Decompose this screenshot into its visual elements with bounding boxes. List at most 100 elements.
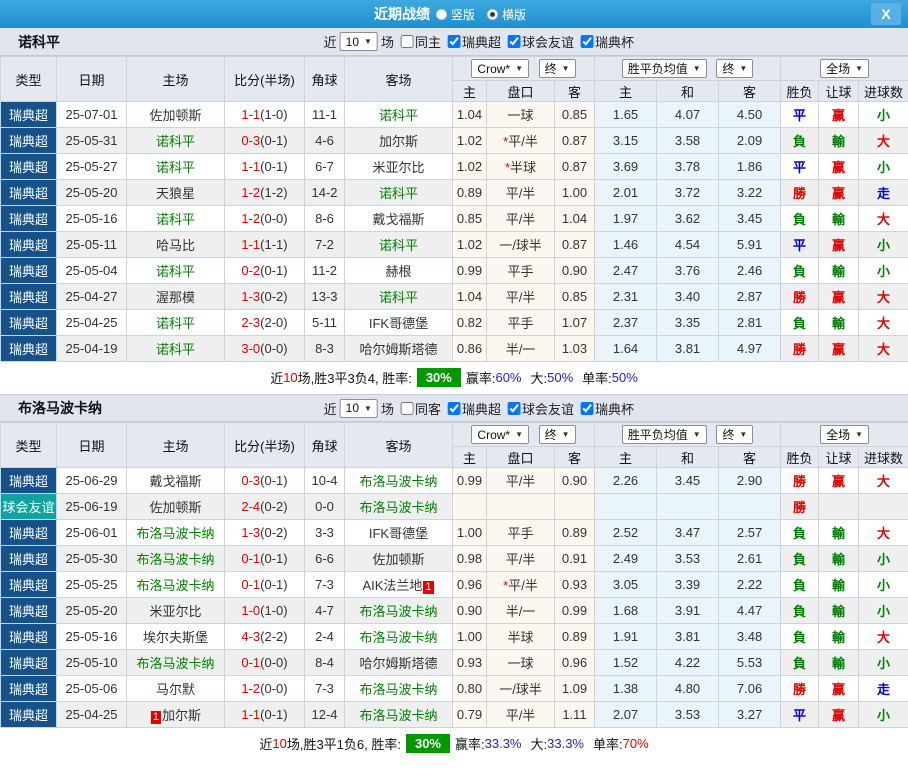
team-name: IFK哥德堡 — [368, 316, 429, 331]
bookmaker-select[interactable]: Crow* ▼ — [471, 425, 530, 444]
average-group-header: 胜平负均值 ▼ 终 ▼ — [594, 422, 782, 447]
close-button[interactable]: X — [871, 3, 901, 25]
select-value: 终 — [722, 62, 735, 76]
date-cell: 25-05-27 — [56, 153, 127, 180]
team-section-header: 布洛马波卡纳 近 10 ▼ 场 同客 瑞典超 球会友谊 瑞典杯 — [0, 394, 908, 422]
final-average-select[interactable]: 终 ▼ — [716, 425, 754, 444]
league-filter-checkbox[interactable] — [581, 35, 595, 48]
final-odds-select[interactable]: 终 ▼ — [538, 425, 576, 444]
avg-away-cell: 1.86 — [718, 153, 782, 180]
home-team-cell: 埃尔夫斯堡 — [126, 623, 225, 650]
filter-bar: 近 10 ▼ 场 同主 瑞典超 球会友谊 瑞典杯 — [324, 32, 634, 51]
caret-down-icon: ▼ — [515, 430, 524, 439]
avg-away-cell: 4.47 — [718, 597, 782, 624]
average-select[interactable]: 胜平负均值 ▼ — [621, 59, 707, 78]
avg-home-cell: 2.31 — [594, 283, 658, 310]
radio-button-icon[interactable] — [487, 8, 498, 20]
result-cell: 平 — [780, 101, 820, 128]
select-value: 终 — [544, 428, 557, 442]
match-row: 瑞典超 25-05-30 布洛马波卡纳 0-1(0-1) 6-6 佐加顿斯 0.98 平/半 0… — [0, 545, 908, 572]
league-filter-checkbox[interactable] — [447, 35, 461, 48]
result-cell: 勝 — [780, 335, 820, 362]
avg-draw-cell: 3.81 — [656, 623, 720, 650]
home-team-cell: 1 加尔斯 — [126, 701, 225, 728]
result-cell: 負 — [780, 623, 820, 650]
avg-draw-cell: 3.40 — [656, 283, 720, 310]
subheader-avg-away: 客 — [718, 80, 782, 102]
full-match-select[interactable]: 全场 ▼ — [820, 59, 870, 78]
handicap-result-cell: 赢 — [818, 335, 860, 362]
league-filter-label: 瑞典超 — [461, 401, 501, 417]
radio-vertical-layout[interactable]: 竖版 — [435, 6, 475, 23]
avg-home-cell: 2.07 — [594, 701, 658, 728]
league-cell: 瑞典超 — [0, 309, 57, 336]
result-cell: 負 — [780, 597, 820, 624]
date-cell: 25-05-20 — [56, 179, 127, 206]
handicap-result-cell: 輸 — [818, 257, 860, 284]
column-header-type: 类型 — [0, 422, 57, 468]
radio-button-icon[interactable] — [435, 8, 447, 20]
big-value: 50% — [547, 369, 574, 385]
handicap-win-label: 赢率: — [455, 736, 485, 752]
result-cell: 負 — [780, 571, 820, 598]
away-team-cell: 诺科平 — [344, 179, 453, 206]
handicap-win-value: 33.3% — [484, 735, 522, 751]
focal-team-name: 布洛马波卡纳 — [359, 604, 438, 619]
league-cell: 瑞典超 — [0, 179, 57, 206]
league-filter-checkbox[interactable] — [507, 35, 521, 48]
radio-horizontal-layout[interactable]: 横版 — [487, 6, 526, 23]
away-team-cell: 诺科平 — [344, 101, 453, 128]
odds-home-cell: 0.96 — [452, 571, 487, 598]
score-cell: 1-2(1-2) — [224, 179, 305, 206]
match-row: 瑞典超 25-05-10 布洛马波卡纳 0-1(0-0) 8-4 哈尔姆斯塔德 0.93 一球… — [0, 649, 908, 676]
match-count-select[interactable]: 10 ▼ — [339, 32, 378, 51]
full-match-select[interactable]: 全场 ▼ — [820, 425, 870, 444]
average-group-header: 胜平负均值 ▼ 终 ▼ — [594, 56, 782, 81]
team-name: 加尔斯 — [162, 708, 202, 723]
match-count-select[interactable]: 10 ▼ — [339, 398, 378, 418]
bookmaker-select[interactable]: Crow* ▼ — [471, 59, 530, 78]
match-row: 瑞典超 25-05-04 诺科平 0-2(0-1) 11-2 赫根 0.99 平手 0.90 2.… — [0, 257, 908, 284]
league-cell: 瑞典超 — [0, 127, 57, 154]
goals-result-cell: 小 — [858, 571, 908, 598]
team-name: 哈尔姆斯塔德 — [359, 656, 438, 671]
avg-home-cell: 2.01 — [594, 179, 658, 206]
avg-away-cell: 3.22 — [718, 179, 782, 206]
league-filter-checkbox[interactable] — [507, 401, 521, 415]
away-team-cell: 诺科平 — [344, 231, 453, 258]
final-average-select[interactable]: 终 ▼ — [716, 59, 754, 78]
goals-result-cell: 走 — [858, 179, 908, 206]
select-value: 胜平负均值 — [627, 62, 688, 76]
average-select[interactable]: 胜平负均值 ▼ — [621, 425, 707, 444]
handicap-result-cell: 輸 — [818, 519, 860, 546]
avg-draw-cell: 3.91 — [656, 597, 720, 624]
corner-cell: 7-2 — [304, 231, 345, 258]
away-team-cell: IFK哥德堡 — [344, 309, 453, 336]
handicap-cell: 平/半 — [486, 205, 555, 232]
match-row: 瑞典超 25-04-25 1 加尔斯 1-1(0-1) 12-4 布洛马波卡纳 0.79 平/半… — [0, 701, 908, 728]
match-row: 球会友谊 25-06-19 佐加顿斯 2-4(0-2) 0-0 布洛马波卡纳 勝 — [0, 493, 908, 520]
league-filter-checkbox[interactable] — [581, 401, 595, 415]
goals-result-cell: 大 — [858, 467, 908, 494]
win-rate-badge: 30% — [405, 733, 450, 753]
home-team-cell: 诺科平 — [126, 205, 225, 232]
league-filter-checkbox[interactable] — [447, 401, 461, 415]
handicap-cell: 平/半 — [486, 179, 555, 206]
matches-table: 类型 日期 主场 比分(半场) 角球 客场 Crow* ▼ 终 ▼ 胜平负均值 ▼ 终… — [0, 422, 908, 728]
away-team-cell: AIK法兰地 1 — [344, 571, 453, 598]
avg-home-cell: 1.46 — [594, 231, 658, 258]
home-team-cell: 布洛马波卡纳 — [126, 649, 225, 676]
match-row: 瑞典超 25-05-27 诺科平 1-1(0-1) 6-7 米亚尔比 1.02 *半球 0.87… — [0, 153, 908, 180]
avg-home-cell: 1.38 — [594, 675, 658, 702]
focal-team-name: 诺科平 — [378, 108, 418, 123]
matches-table: 类型 日期 主场 比分(半场) 角球 客场 Crow* ▼ 终 ▼ 胜平负均值 ▼ 终… — [0, 56, 908, 362]
odds-group-header: Crow* ▼ 终 ▼ — [451, 422, 596, 447]
final-odds-select[interactable]: 终 ▼ — [538, 59, 576, 78]
same-venue-checkbox[interactable] — [400, 401, 414, 415]
date-cell: 25-05-16 — [56, 205, 127, 232]
away-team-cell: 布洛马波卡纳 — [344, 467, 453, 494]
column-header-date: 日期 — [56, 422, 127, 468]
same-venue-checkbox[interactable] — [400, 35, 414, 48]
handicap-result-cell: 輸 — [818, 649, 860, 676]
odds-away-cell: 0.89 — [553, 623, 596, 650]
